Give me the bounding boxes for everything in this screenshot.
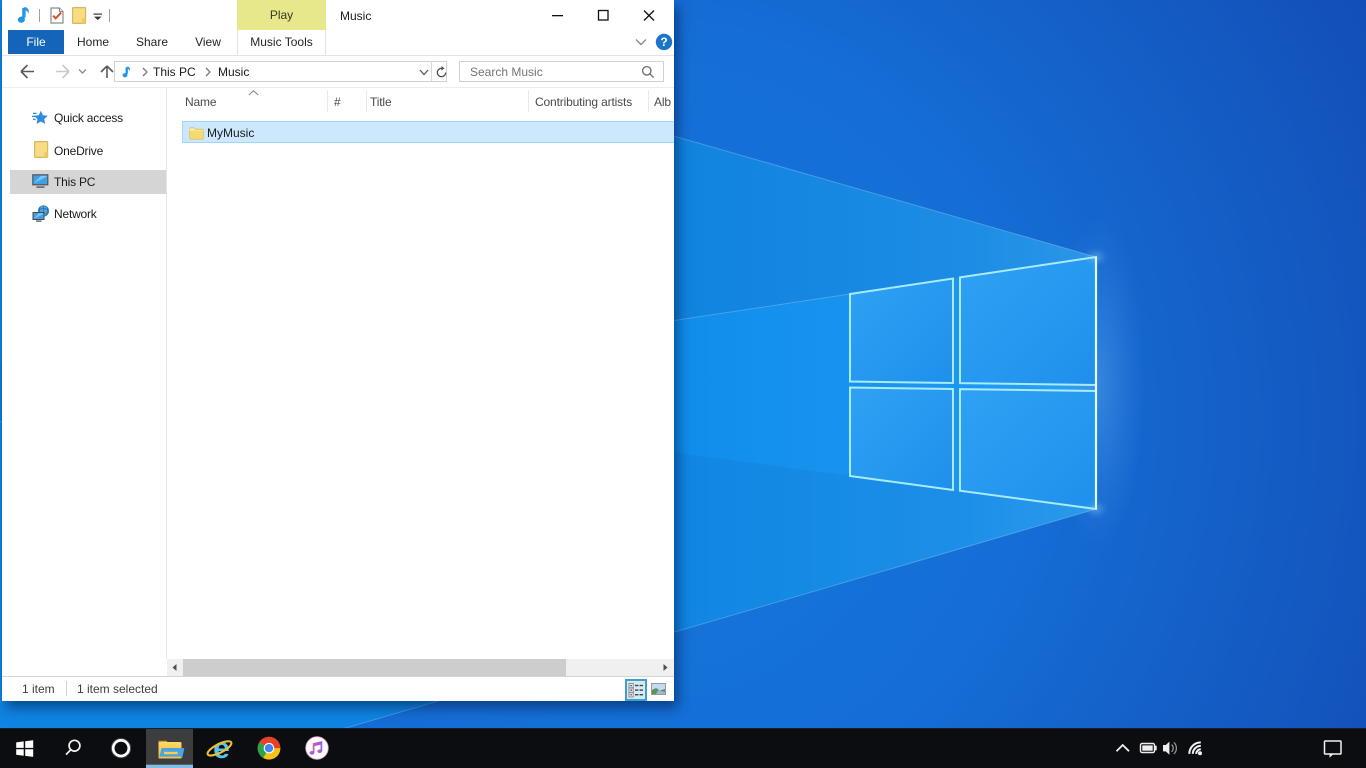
- svg-text:?: ?: [660, 35, 667, 49]
